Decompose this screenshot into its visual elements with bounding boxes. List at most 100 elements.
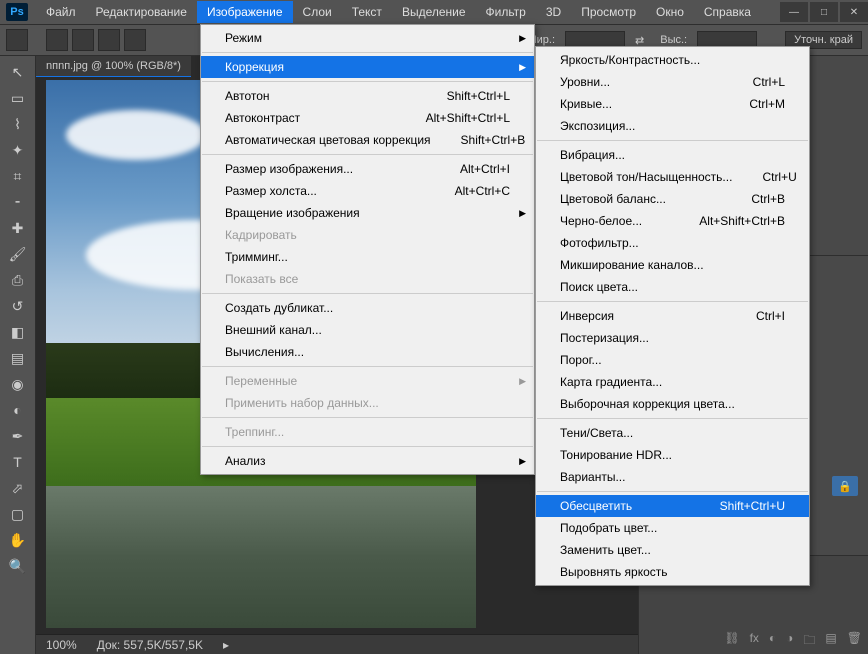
stamp-tool[interactable]: ⎙ [6,268,30,292]
image-menu-item[interactable]: АвтоконтрастAlt+Shift+Ctrl+L [201,107,534,129]
zoom-value[interactable]: 100% [46,638,77,652]
menu-item-label: Фотофильтр... [560,236,639,250]
image-menu-item[interactable]: Коррекция▶ [201,56,534,78]
hand-tool[interactable]: ✋ [6,528,30,552]
crop-tool[interactable]: ⌗ [6,164,30,188]
adjust-menu-item[interactable]: Фотофильтр... [536,232,809,254]
menu-окно[interactable]: Окно [646,1,694,23]
image-menu-item: Кадрировать [201,224,534,246]
adjust-menu-item[interactable]: Цветовой баланс...Ctrl+B [536,188,809,210]
menu-item-label: Заменить цвет... [560,543,651,557]
adjust-menu-item[interactable]: Постеризация... [536,327,809,349]
image-menu-item[interactable]: Размер холста...Alt+Ctrl+C [201,180,534,202]
menu-item-label: Варианты... [560,470,625,484]
path-select-tool[interactable]: ⬀ [6,476,30,500]
adjust-menu-item[interactable]: Тени/Света... [536,422,809,444]
image-menu-item[interactable]: Автоматическая цветовая коррекцияShift+C… [201,129,534,151]
adjust-menu-item[interactable]: Поиск цвета... [536,276,809,298]
eyedropper-tool[interactable]: ⁃ [6,190,30,214]
minimize-button[interactable]: — [780,2,808,22]
eraser-tool[interactable]: ◧ [6,320,30,344]
fx-icon[interactable]: fx [750,631,759,652]
folder-icon[interactable]: 🗀 [803,631,815,652]
image-menu-item[interactable]: Автотон Shift+Ctrl+L [201,85,534,107]
healing-tool[interactable]: ✚ [6,216,30,240]
adjust-menu-item[interactable]: Тонирование HDR... [536,444,809,466]
image-menu-item[interactable]: Анализ▶ [201,450,534,472]
adjustment-icon[interactable]: ◑ [786,631,793,652]
menu-3d[interactable]: 3D [536,1,571,23]
mask-icon[interactable]: ◐ [769,631,776,652]
menu-файл[interactable]: Файл [36,1,86,23]
menu-item-label: Показать все [225,272,298,286]
menu-текст[interactable]: Текст [342,1,392,23]
trash-icon[interactable]: 🗑 [847,631,862,652]
adjust-menu-item[interactable]: Подобрать цвет... [536,517,809,539]
lasso-tool[interactable]: ⌇ [6,112,30,136]
menu-фильтр[interactable]: Фильтр [476,1,536,23]
menu-изображение[interactable]: Изображение [197,1,293,23]
image-menu-item[interactable]: Тримминг... [201,246,534,268]
dodge-tool[interactable]: ◐ [6,398,30,422]
adjust-menu-item[interactable]: Цветовой тон/Насыщенность...Ctrl+U [536,166,809,188]
menu-item-label: Треппинг... [225,425,284,439]
submenu-arrow-icon: ▶ [519,62,526,73]
image-menu-item[interactable]: Режим▶ [201,27,534,49]
brush-tool[interactable]: 🖌 [6,242,30,266]
marquee-tool[interactable]: ▭ [6,86,30,110]
adjust-menu-item[interactable]: Карта градиента... [536,371,809,393]
type-tool[interactable]: T [6,450,30,474]
adjust-menu-item[interactable]: Яркость/Контрастность... [536,49,809,71]
selection-new[interactable] [46,29,68,51]
adjust-menu-item[interactable]: Вибрация... [536,144,809,166]
tool-preset[interactable] [6,29,28,51]
blur-tool[interactable]: ◉ [6,372,30,396]
menu-выделение[interactable]: Выделение [392,1,476,23]
image-menu-item[interactable]: Создать дубликат... [201,297,534,319]
history-brush-tool[interactable]: ↺ [6,294,30,318]
adjust-menu-item[interactable]: Заменить цвет... [536,539,809,561]
image-menu-item[interactable]: Внешний канал... [201,319,534,341]
adjust-menu-item[interactable]: Микширование каналов... [536,254,809,276]
image-menu-item[interactable]: Вычисления... [201,341,534,363]
adjust-menu-item[interactable]: Уровни...Ctrl+L [536,71,809,93]
menu-редактирование[interactable]: Редактирование [86,1,197,23]
pen-tool[interactable]: ✒ [6,424,30,448]
swap-icon[interactable]: ⇄ [629,34,650,47]
adjust-menu-item[interactable]: Черно-белое...Alt+Shift+Ctrl+B [536,210,809,232]
adjust-menu-item[interactable]: Выборочная коррекция цвета... [536,393,809,415]
new-layer-icon[interactable]: ▤ [825,631,836,652]
link-icon[interactable]: ⛓ [724,631,739,652]
selection-add[interactable] [72,29,94,51]
menu-item-label: Вращение изображения [225,206,360,220]
image-menu-item[interactable]: Размер изображения...Alt+Ctrl+I [201,158,534,180]
adjust-menu-item[interactable]: Выровнять яркость [536,561,809,583]
maximize-button[interactable]: □ [810,2,838,22]
document-tab[interactable]: nпnп.jpg @ 100% (RGB/8*) [36,56,191,77]
gradient-tool[interactable]: ▤ [6,346,30,370]
close-button[interactable]: ✕ [840,2,868,22]
adjust-menu-item[interactable]: Кривые...Ctrl+M [536,93,809,115]
image-menu-item[interactable]: Вращение изображения▶ [201,202,534,224]
menu-item-shortcut: Alt+Ctrl+C [425,184,510,198]
submenu-arrow-icon: ▶ [519,456,526,467]
menu-item-shortcut: Alt+Shift+Ctrl+L [396,111,510,125]
menu-слои[interactable]: Слои [293,1,342,23]
menu-item-label: Автотон [225,89,270,103]
zoom-tool[interactable]: 🔍 [6,554,30,578]
menu-просмотр[interactable]: Просмотр [571,1,646,23]
menu-item-shortcut: Shift+Ctrl+L [417,89,510,103]
move-tool[interactable]: ↖ [6,60,30,84]
selection-intersect[interactable] [124,29,146,51]
status-arrow-icon[interactable]: ▸ [223,638,229,652]
adjust-menu-item[interactable]: Порог... [536,349,809,371]
adjust-menu-item[interactable]: Варианты... [536,466,809,488]
adjust-menu-item[interactable]: ОбесцветитьShift+Ctrl+U [536,495,809,517]
menu-справка[interactable]: Справка [694,1,761,23]
rectangle-tool[interactable]: ▢ [6,502,30,526]
title-bar: Ps ФайлРедактированиеИзображениеСлоиТекс… [0,0,868,24]
selection-subtract[interactable] [98,29,120,51]
adjust-menu-item[interactable]: Экспозиция... [536,115,809,137]
wand-tool[interactable]: ✦ [6,138,30,162]
adjust-menu-item[interactable]: ИнверсияCtrl+I [536,305,809,327]
